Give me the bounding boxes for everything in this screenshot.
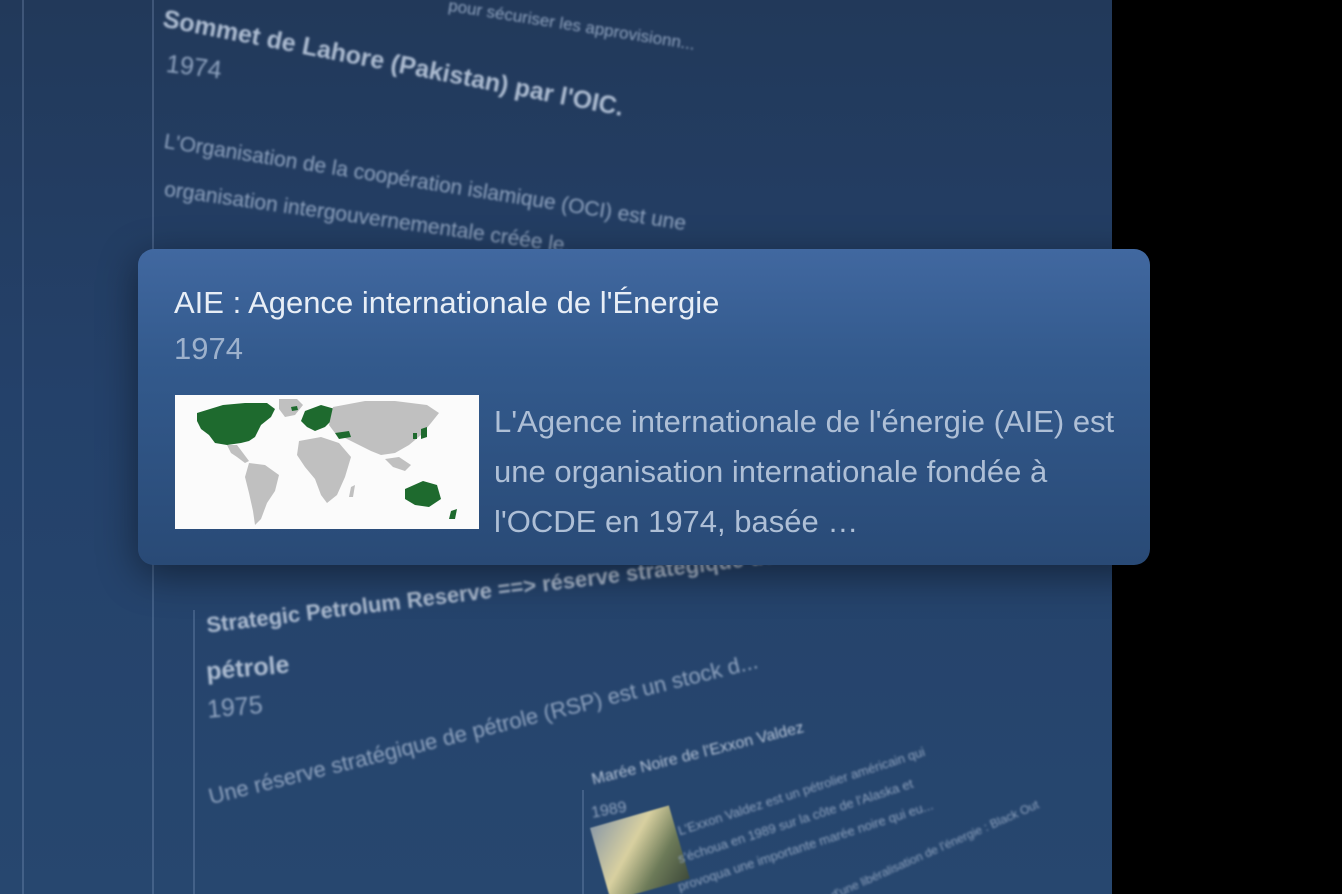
map-north-america xyxy=(197,403,275,445)
map-central-america xyxy=(227,445,249,463)
map-japan xyxy=(421,427,427,439)
world-map-icon xyxy=(197,399,457,525)
event-title: AIE : Agence internationale de l'Énergie xyxy=(174,285,720,320)
map-south-america xyxy=(245,463,279,525)
event-spr-year: 1975 xyxy=(206,691,264,724)
map-new-zealand xyxy=(449,509,457,519)
event-exxon-title[interactable]: Marée Noire de l'Exxon Valdez xyxy=(590,719,806,789)
timeline-branch-spr xyxy=(193,610,195,894)
world-map-thumbnail[interactable] xyxy=(175,395,479,529)
timeline-branch-exxon xyxy=(582,790,584,894)
event-lahore-top-fragment[interactable]: pour sécuriser les approvisionn... xyxy=(447,0,696,55)
map-australia xyxy=(405,481,441,507)
map-madagascar xyxy=(349,485,355,497)
timeline-axis-left xyxy=(22,0,24,894)
map-europe xyxy=(301,405,335,431)
map-southeast-asia xyxy=(385,457,411,471)
map-asia xyxy=(329,401,439,455)
event-lahore-year: 1974 xyxy=(164,50,224,85)
map-korea xyxy=(413,433,417,439)
map-greenland xyxy=(279,399,303,417)
event-year: 1974 xyxy=(174,331,243,366)
event-card-aie[interactable]: AIE : Agence internationale de l'Énergie… xyxy=(138,249,1150,565)
event-spr-title-cont[interactable]: pétrole xyxy=(205,651,291,687)
event-description: L'Agence internationale de l'énergie (AI… xyxy=(494,404,1115,539)
map-africa xyxy=(297,437,351,503)
